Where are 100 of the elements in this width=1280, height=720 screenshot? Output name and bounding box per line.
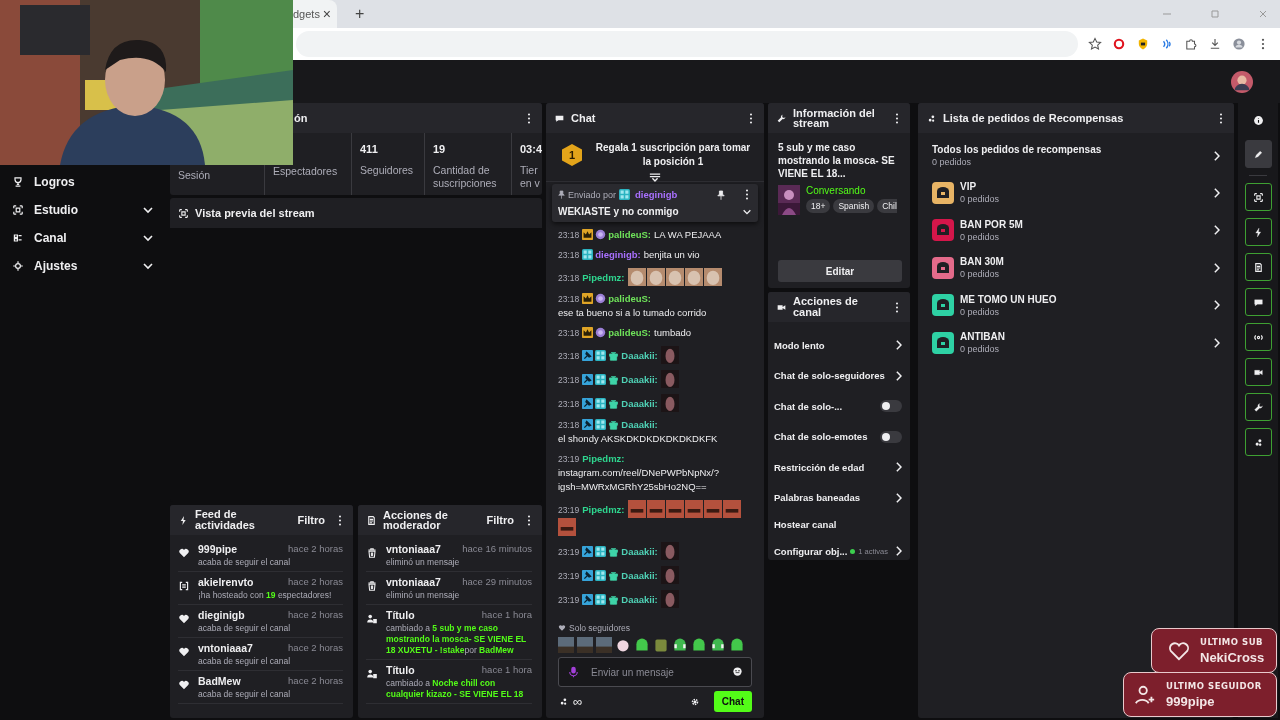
- chat-send-button[interactable]: Chat: [713, 691, 752, 712]
- panel-title: Feed de actividades: [195, 509, 256, 531]
- alert-user: NekiCross: [1200, 649, 1265, 665]
- message-time: 23:18: [558, 375, 580, 385]
- chat-username[interactable]: Daaakii:: [621, 570, 658, 581]
- alert-user: 999pipe: [1166, 693, 1216, 709]
- mod-action-text: eliminó un mensaje: [386, 590, 461, 601]
- reward-row[interactable]: ME TOMO UN HUEO 0 pedidos: [932, 286, 1220, 324]
- activity-user: akielrenvto: [198, 576, 254, 588]
- chat-username[interactable]: Pipedmz:: [582, 272, 625, 283]
- panel-title: Vista previa del stream: [195, 207, 315, 219]
- message-time: 23:19: [558, 571, 580, 581]
- stat-label: Sesión: [178, 169, 212, 182]
- panel-title: ón: [294, 112, 309, 124]
- chat-username[interactable]: Daaakii:: [621, 350, 658, 361]
- pinned-text: WEKIASTE y no conmigo: [558, 206, 680, 217]
- category-link[interactable]: Conversando: [806, 185, 897, 196]
- menu-item[interactable]: Chat de solo-seguidores: [774, 360, 902, 391]
- menu-item[interactable]: Hostear canal: [774, 513, 902, 536]
- reward-count: 0 pedidos: [960, 194, 1001, 205]
- stream-title: 5 sub y me caso mostrando la mosca- SE VIENE EL 18...: [778, 141, 896, 180]
- activity-text: acaba de seguir el canal: [198, 656, 292, 667]
- mod-action-user: Título: [386, 609, 415, 621]
- sidebar-item[interactable]: Estudio: [0, 199, 166, 220]
- activity-text: ¡ha hosteado con 19 espectadores!: [198, 590, 333, 601]
- tag[interactable]: 18+: [806, 199, 831, 213]
- reward-label: Todos los pedidos de recompensas: [932, 144, 1103, 155]
- message-time: 23:18: [558, 351, 580, 361]
- message-text: benjita un vio: [643, 248, 700, 262]
- message-time: 23:18: [558, 399, 580, 409]
- edit-button[interactable]: Editar: [778, 260, 902, 282]
- activity-user: dieginigb: [198, 609, 245, 621]
- message-text: tumbado: [654, 326, 692, 340]
- chat-username[interactable]: Pipedmz:: [582, 453, 625, 464]
- activity-text: acaba de seguir el canal: [198, 689, 292, 700]
- chat-username[interactable]: Daaakii:: [621, 546, 658, 557]
- message-time: 23:18: [558, 328, 580, 338]
- chat-username[interactable]: palideuS:: [608, 327, 652, 338]
- chat-mode-label: Solo seguidores: [569, 623, 630, 633]
- message-time: 23:19: [558, 595, 580, 605]
- chat-username[interactable]: dieginigb:: [595, 249, 641, 260]
- reward-label: ME TOMO UN HUEO: [960, 293, 1058, 305]
- menu-item[interactable]: Palabras baneadas: [774, 482, 902, 513]
- activity-time: hace 2 horas: [288, 675, 343, 687]
- filter-button[interactable]: Filtro: [482, 514, 518, 526]
- message-text: LA WA PEJAAA: [654, 228, 722, 242]
- reward-label: ANTIBAN: [960, 331, 1006, 343]
- mod-action-user: vntoniaaa7: [386, 576, 441, 588]
- sidebar-item[interactable]: Ajustes: [0, 255, 166, 276]
- chat-username[interactable]: palideuS:: [608, 229, 652, 240]
- points-balance: ∞: [573, 694, 583, 709]
- mod-action-text: eliminó un mensaje: [386, 557, 461, 568]
- message-time: 23:18: [558, 273, 580, 283]
- browser-tab[interactable]: dgets ×: [293, 0, 337, 28]
- mod-action-user: vntoniaaa7: [386, 543, 441, 555]
- stat-label: Cantidad de suscripciones: [433, 164, 498, 190]
- reward-row[interactable]: BAN POR 5M 0 pedidos: [932, 211, 1220, 249]
- reward-row[interactable]: Todos los pedidos de recompensas 0 pedidos: [932, 137, 1220, 174]
- activity-user: BadMew: [198, 675, 241, 687]
- stat-value: 03:4: [520, 143, 542, 156]
- chat-username[interactable]: Daaakii:: [621, 398, 658, 409]
- mod-action-time: hace 1 hora: [481, 664, 532, 676]
- chat-username[interactable]: Daaakii:: [621, 594, 658, 605]
- new-tab-button[interactable]: +: [351, 5, 369, 23]
- activity-user: vntoniaaa7: [198, 642, 253, 654]
- activity-time: hace 2 horas: [288, 642, 343, 654]
- pinned-label: Enviado por: [568, 189, 617, 200]
- reward-row[interactable]: VIP 0 pedidos: [932, 174, 1220, 212]
- reward-row[interactable]: ANTIBAN 0 pedidos: [932, 324, 1220, 362]
- alert-label: ULTIMO SUB: [1200, 636, 1265, 647]
- mod-action-user: Título: [386, 664, 415, 676]
- menu-item[interactable]: Modo lento: [774, 330, 902, 361]
- chat-username[interactable]: Pipedmz:: [582, 504, 625, 515]
- message-time: 23:19: [558, 454, 580, 464]
- sidebar-item[interactable]: Logros: [0, 171, 166, 192]
- chat-username[interactable]: Daaakii:: [621, 419, 658, 430]
- stat-label: Espectadores: [273, 165, 339, 178]
- message-input[interactable]: Enviar un mensaje: [558, 657, 752, 687]
- activity-text: acaba de seguir el canal: [198, 557, 292, 568]
- tag[interactable]: Spanish: [833, 199, 875, 213]
- mod-action-text: cambiado a Noche chill con cualquier kizazo - SE VIENE EL 18: [386, 678, 525, 700]
- setting-label: Chat de solo-emotes: [774, 431, 868, 443]
- filter-button[interactable]: Filtro: [293, 514, 329, 526]
- message-text: ese ta bueno si a lo tumado corrido: [558, 306, 707, 320]
- message-time: 23:18: [558, 294, 580, 304]
- mod-action-text: cambiado a 5 sub y me caso mostrando la mosca- SE VIENE EL 18 XUXETU - !stakepor BadMew: [386, 623, 528, 656]
- menu-item[interactable]: Restricción de edad: [774, 452, 902, 483]
- activity-time: hace 2 horas: [288, 609, 343, 621]
- chat-username[interactable]: Daaakii:: [621, 374, 658, 385]
- sidebar-item[interactable]: Canal: [0, 227, 166, 248]
- activity-text: acaba de seguir el canal: [198, 623, 292, 634]
- tab-close-button[interactable]: ×: [320, 6, 333, 22]
- panel-title: Acciones de moderador: [383, 510, 449, 530]
- tag[interactable]: Chil: [877, 199, 897, 213]
- reward-count: 0 pedidos: [960, 269, 1001, 280]
- reward-row[interactable]: BAN 30M 0 pedidos: [932, 249, 1220, 287]
- chat-username[interactable]: palideuS:: [608, 293, 652, 304]
- reward-label: VIP: [960, 181, 978, 193]
- message-time: 23:18: [558, 230, 580, 240]
- reward-count: 0 pedidos: [960, 306, 1001, 317]
